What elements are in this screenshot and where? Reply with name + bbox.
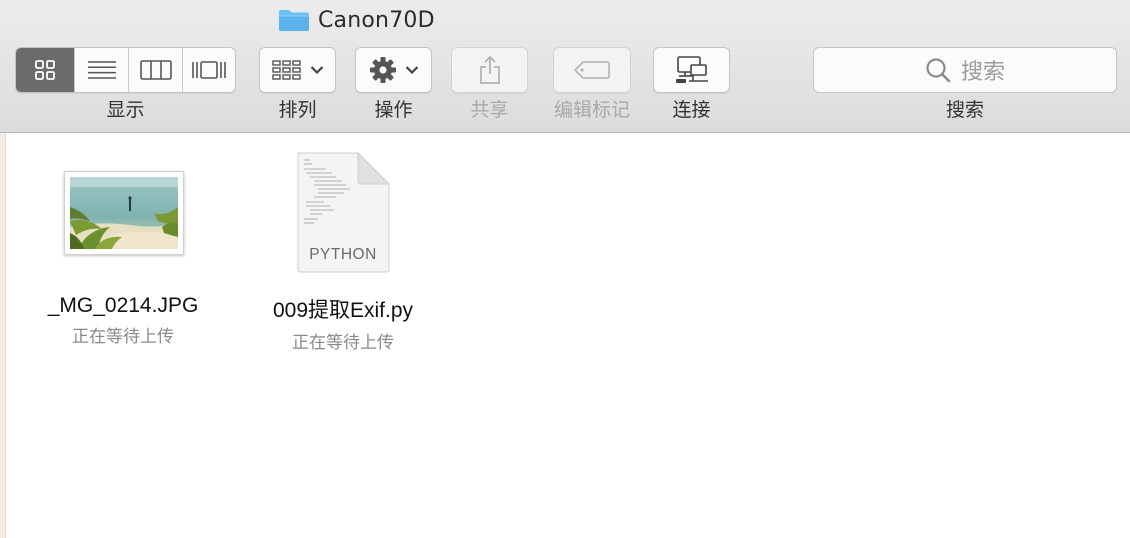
file-icon-area[interactable]: _MG_0214.JPG 正在等待上传 PYTHON 009提取Exif.py …: [0, 133, 1130, 538]
connect-label: 连接: [672, 99, 711, 121]
file-item-python[interactable]: 009提取Exif.py 正在等待上传: [238, 294, 448, 353]
file-thumbnail-jpg[interactable]: [64, 171, 184, 255]
edit-tags-label: 编辑标记: [553, 99, 630, 121]
gallery-icon: [192, 61, 226, 79]
action-button[interactable]: [355, 47, 432, 93]
share-button[interactable]: [451, 47, 528, 93]
window-title-text: Canon70D: [318, 7, 435, 33]
columns-icon: [139, 60, 172, 80]
icon-view-button[interactable]: [16, 48, 75, 92]
share-icon: [479, 55, 500, 84]
grid-icon: [35, 60, 55, 80]
window-left-edge: [0, 133, 6, 538]
file-name: 009提取Exif.py: [272, 299, 414, 322]
chevron-down-icon: [310, 66, 323, 75]
arrange-button[interactable]: [259, 47, 336, 93]
view-mode-segmented-control: [15, 47, 236, 93]
toolbar: Canon70D 显示 排列 操作 共享 编辑标记 连接 搜索 搜索: [0, 0, 1130, 133]
search-placeholder: 搜索: [960, 60, 1005, 85]
file-item-jpg[interactable]: _MG_0214.JPG 正在等待上传: [18, 294, 228, 347]
action-label: 操作: [374, 99, 413, 121]
file-status: 正在等待上传: [292, 333, 394, 353]
gallery-view-button[interactable]: [183, 48, 235, 92]
search-label: 搜索: [945, 99, 984, 121]
arrange-grid-icon: [271, 60, 301, 80]
search-icon: [926, 58, 951, 83]
view-label: 显示: [106, 99, 145, 121]
list-view-button[interactable]: [75, 48, 129, 92]
gear-icon: [369, 57, 396, 83]
column-view-button[interactable]: [129, 48, 183, 92]
tag-icon: [574, 61, 610, 79]
folder-icon: [279, 10, 309, 31]
file-icon-python-document[interactable]: PYTHON: [296, 151, 391, 273]
file-name: _MG_0214.JPG: [47, 294, 199, 317]
window-title: Canon70D: [278, 6, 435, 34]
finder-window: Canon70D 显示 排列 操作 共享 编辑标记 连接 搜索 搜索 _MG_0…: [0, 0, 1130, 538]
chevron-down-icon: [405, 66, 418, 75]
document-type-label: PYTHON: [309, 246, 377, 263]
list-icon: [87, 61, 116, 79]
connect-server-icon: [675, 56, 708, 83]
file-status: 正在等待上传: [72, 327, 174, 347]
connect-button[interactable]: [653, 47, 730, 93]
edit-tags-button[interactable]: [553, 47, 631, 93]
search-field[interactable]: 搜索: [813, 47, 1117, 93]
beach-photo-image: [70, 177, 178, 249]
arrange-label: 排列: [278, 99, 317, 121]
share-label: 共享: [470, 99, 509, 121]
